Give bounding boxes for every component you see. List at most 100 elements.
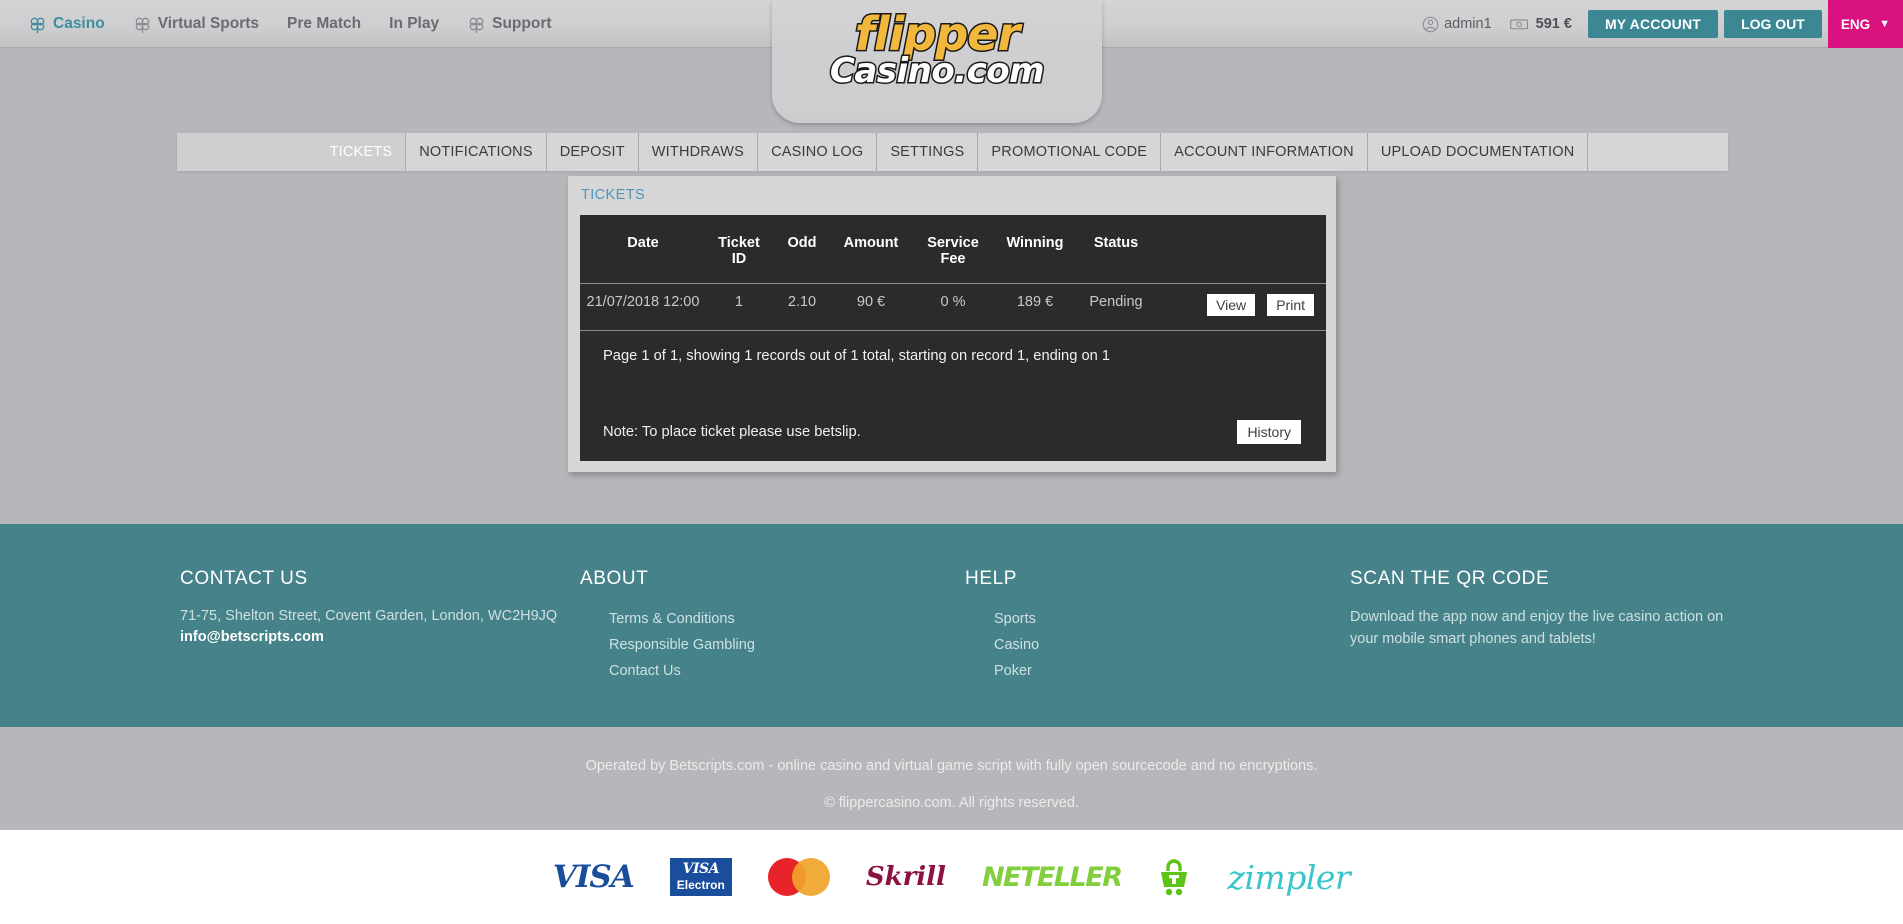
my-account-button[interactable]: MY ACCOUNT <box>1587 10 1719 38</box>
print-ticket-button[interactable]: Print <box>1267 294 1314 316</box>
neteller-logo: NETELLER <box>981 861 1123 893</box>
tickets-table: Date Ticket ID Odd Amount Service Fee Wi… <box>580 215 1326 331</box>
cell-amount: 90 € <box>832 283 910 331</box>
payment-zimpler: zimpler <box>1227 854 1350 900</box>
mastercard-logo <box>767 858 830 896</box>
balance-display: 591 € <box>1502 0 1588 48</box>
copyright-operated-by: Operated by Betscripts.com - online casi… <box>585 758 1318 774</box>
cell-ticket-id: 1 <box>706 283 772 331</box>
site-logo-tab[interactable]: flipper Casino.com <box>772 0 1102 123</box>
betslip-note: Note: To place ticket please use betslip… <box>603 424 861 440</box>
payment-neteller: NETELLER <box>981 854 1123 900</box>
nav-item-pre-match[interactable]: Pre Match <box>273 0 375 48</box>
column-header-actions <box>1158 215 1326 284</box>
cell-service-fee: 0 % <box>910 283 996 331</box>
payment-visa: VISA <box>552 854 635 900</box>
footer-link-terms[interactable]: Terms & Conditions <box>607 606 965 632</box>
logo-line-casino: Casino.com <box>828 51 1046 91</box>
tab-notifications[interactable]: NOTIFICATIONS <box>405 133 546 171</box>
cell-winning: 189 € <box>996 283 1074 331</box>
payment-trustly <box>1157 854 1191 900</box>
footer-column-qr: SCAN THE QR CODE Download the app now an… <box>1350 524 1740 684</box>
clover-icon <box>135 17 150 33</box>
payment-visa-electron: VISA Electron <box>669 854 732 900</box>
nav-item-virtual-sports[interactable]: Virtual Sports <box>119 0 273 48</box>
skrill-logo: Skrill <box>865 862 946 892</box>
tab-tickets[interactable]: TICKETS <box>316 133 406 171</box>
cell-date: 21/07/2018 12:00 <box>580 283 706 331</box>
tabbar-right-spacer <box>1587 133 1729 171</box>
clover-icon <box>469 17 484 33</box>
tickets-panel: TICKETS Date Ticket ID Odd Amount Servic… <box>568 176 1336 472</box>
visa-electron-logo: VISA Electron <box>669 858 732 896</box>
tab-settings[interactable]: SETTINGS <box>876 133 978 171</box>
history-button[interactable]: History <box>1237 420 1301 444</box>
footer-heading-about: ABOUT <box>580 568 649 589</box>
visa-logo: VISA <box>552 859 635 895</box>
nav-label-support: Support <box>492 15 552 32</box>
username-text: admin1 <box>1444 16 1492 32</box>
site-logo: flipper Casino.com <box>772 7 1102 91</box>
table-row: 21/07/2018 12:00 1 2.10 90 € 0 % 189 € P… <box>580 283 1326 331</box>
visa-electron-line1: VISA <box>682 861 720 877</box>
tickets-table-head: Date Ticket ID Odd Amount Service Fee Wi… <box>580 215 1326 284</box>
footer-link-contact-us[interactable]: Contact Us <box>607 658 965 684</box>
header-account-area: admin1 591 € MY ACCOUNT LOG OUT ENG ▼ <box>1412 0 1903 48</box>
footer-link-casino[interactable]: Casino <box>992 632 1350 658</box>
nav-label-pre-match: Pre Match <box>287 15 362 32</box>
cell-status: Pending <box>1074 283 1158 331</box>
primary-navigation: Casino Virtual Sports Pre Match In Play <box>14 0 566 48</box>
copyright-rights: © flippercasino.com. All rights reserved… <box>824 795 1079 811</box>
tab-account-information[interactable]: ACCOUNT INFORMATION <box>1160 133 1367 171</box>
site-footer: CONTACT US 71-75, Shelton Street, Covent… <box>0 524 1903 727</box>
nav-item-in-play[interactable]: In Play <box>375 0 453 48</box>
username-display[interactable]: admin1 <box>1412 0 1502 48</box>
footer-heading-help: HELP <box>965 568 1018 589</box>
tickets-table-body: 21/07/2018 12:00 1 2.10 90 € 0 % 189 € P… <box>580 283 1326 331</box>
column-header-odd: Odd <box>772 215 832 284</box>
nav-label-virtual-sports: Virtual Sports <box>157 15 260 32</box>
footer-link-sports[interactable]: Sports <box>992 606 1350 632</box>
nav-label-in-play: In Play <box>389 15 440 32</box>
payment-methods-strip: VISA VISA Electron Skrill NETELLER zimpl… <box>0 830 1903 924</box>
footer-column-about: ABOUT Terms & Conditions Responsible Gam… <box>580 524 965 684</box>
column-header-winning: Winning <box>996 215 1074 284</box>
zimpler-logo: zimpler <box>1227 857 1351 897</box>
tab-withdraws[interactable]: WITHDRAWS <box>637 133 758 171</box>
nav-item-support[interactable]: Support <box>453 0 565 48</box>
footer-heading-qr: SCAN THE QR CODE <box>1350 568 1550 589</box>
tab-upload-documentation[interactable]: UPLOAD DOCUMENTATION <box>1366 133 1588 171</box>
footer-link-responsible-gambling[interactable]: Responsible Gambling <box>607 632 965 658</box>
footer-address: 71-75, Shelton Street, Covent Garden, Lo… <box>180 608 558 624</box>
logout-button[interactable]: LOG OUT <box>1724 10 1822 38</box>
account-tab-bar: TICKETS NOTIFICATIONS DEPOSIT WITHDRAWS … <box>177 133 1729 171</box>
tab-casino-log[interactable]: CASINO LOG <box>757 133 877 171</box>
chevron-down-icon: ▼ <box>1879 18 1890 30</box>
footer-columns: CONTACT US 71-75, Shelton Street, Covent… <box>180 524 1740 684</box>
mastercard-yellow-circle <box>791 858 830 896</box>
view-ticket-button[interactable]: View <box>1207 294 1256 316</box>
column-header-ticket-id: Ticket ID <box>706 215 772 284</box>
clover-icon <box>30 17 45 33</box>
pagination-summary: Page 1 of 1, showing 1 records out of 1 … <box>603 348 1111 364</box>
footer-email[interactable]: info@betscripts.com <box>180 629 580 645</box>
footer-heading-contact: CONTACT US <box>180 568 308 589</box>
tab-promotional-code[interactable]: PROMOTIONAL CODE <box>977 133 1161 171</box>
footer-column-help: HELP Sports Casino Poker <box>965 524 1350 684</box>
column-header-date: Date <box>580 215 706 284</box>
balance-amount: 591 € <box>1535 16 1572 32</box>
nav-item-casino[interactable]: Casino <box>14 0 119 48</box>
user-icon <box>1422 16 1439 32</box>
column-header-service-fee: Service Fee <box>910 215 996 284</box>
tickets-content-box: Date Ticket ID Odd Amount Service Fee Wi… <box>580 215 1326 461</box>
tab-deposit[interactable]: DEPOSIT <box>545 133 638 171</box>
cell-odd: 2.10 <box>772 283 832 331</box>
footer-qr-text: Download the app now and enjoy the live … <box>1350 609 1724 647</box>
banknote-icon <box>1509 19 1528 30</box>
column-header-amount: Amount <box>832 215 910 284</box>
cell-actions: View Print <box>1158 283 1326 331</box>
language-selector[interactable]: ENG ▼ <box>1827 0 1903 48</box>
footer-link-poker[interactable]: Poker <box>992 658 1350 684</box>
payment-skrill: Skrill <box>866 854 946 900</box>
green-lock-cart-icon <box>1161 859 1188 896</box>
